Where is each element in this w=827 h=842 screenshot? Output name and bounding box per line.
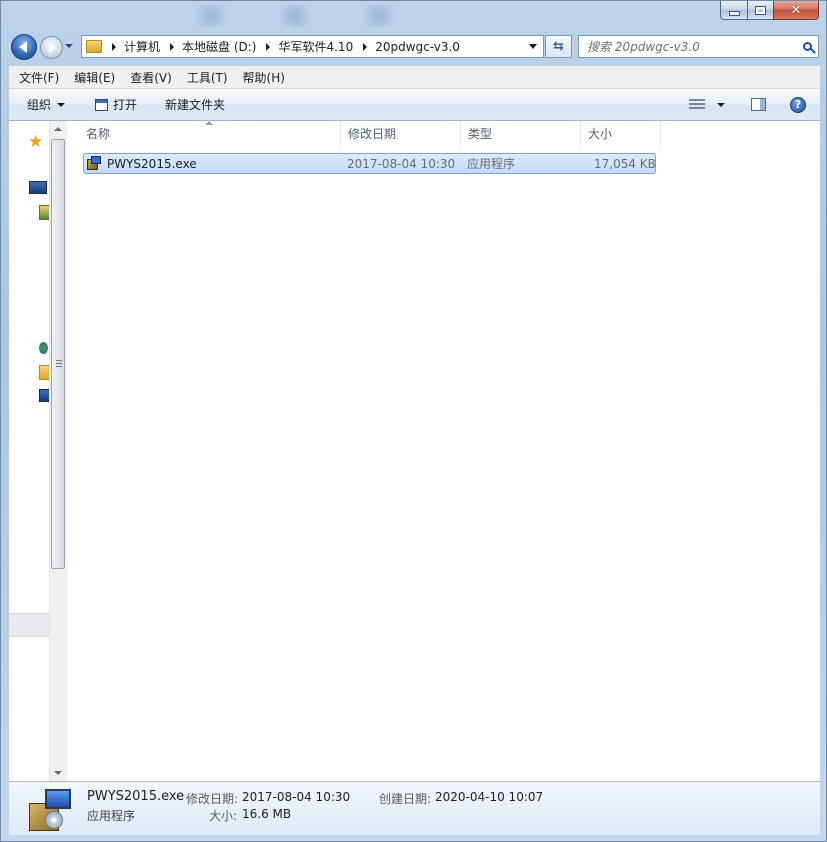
back-button[interactable]	[11, 34, 37, 60]
desktop-icon[interactable]	[29, 181, 47, 194]
homegroup-icon[interactable]	[39, 342, 48, 354]
new-folder-label: 新建文件夹	[165, 98, 226, 112]
search-box[interactable]	[578, 35, 819, 58]
minimize-button[interactable]	[720, 1, 747, 20]
forward-button[interactable]	[40, 36, 63, 59]
address-dropdown-icon[interactable]	[529, 44, 537, 49]
close-icon: ✕	[790, 2, 802, 18]
close-button[interactable]: ✕	[773, 1, 819, 20]
minimize-icon	[728, 10, 740, 16]
navigation-scrollbar[interactable]	[49, 121, 67, 781]
file-row[interactable]: PWYS2015.exe 2017-08-04 10:30 应用程序 17,05…	[83, 153, 656, 174]
favorites-star-icon[interactable]: ★	[28, 132, 43, 152]
forward-arrow-icon	[49, 42, 56, 53]
view-list-icon	[689, 98, 705, 111]
scroll-up-icon[interactable]	[54, 127, 62, 131]
breadcrumb-current-folder[interactable]: 20pdwgc-v3.0	[353, 36, 460, 57]
caption-buttons: ✕	[720, 1, 819, 20]
explorer-window: ✕ 计算机 本地磁盘 (D:) 华军软件4.10 20pdwgc-v3.0 ⇆ …	[0, 0, 827, 842]
menu-tools[interactable]: 工具(T)	[182, 69, 233, 86]
menu-help[interactable]: 帮助(H)	[238, 69, 290, 86]
desktop-ghost-icon	[189, 5, 233, 27]
chevron-right-icon[interactable]	[170, 42, 175, 51]
breadcrumb-computer[interactable]: 计算机	[102, 36, 160, 57]
column-header-type[interactable]: 类型	[461, 121, 581, 146]
refresh-button[interactable]: ⇆	[545, 35, 572, 58]
desktop-ghost-icon	[357, 5, 401, 27]
chevron-right-icon[interactable]	[266, 42, 271, 51]
folder-icon	[86, 40, 102, 53]
menu-view[interactable]: 查看(V)	[125, 69, 177, 86]
column-header-name[interactable]: 名称	[79, 121, 341, 146]
breadcrumb-huajun[interactable]: 华军软件4.10	[256, 36, 353, 57]
command-bar: 组织 打开 新建文件夹 ?	[9, 89, 820, 121]
details-pane: PWYS2015.exe 应用程序 修改日期: 2017-08-04 10:30…	[9, 781, 820, 835]
details-modified-value: 2017-08-04 10:30	[242, 790, 351, 804]
details-created-label: 创建日期:	[379, 792, 432, 806]
recent-pages-dropdown[interactable]	[65, 44, 73, 48]
file-type-cell: 应用程序	[467, 157, 516, 171]
organize-label: 组织	[27, 98, 52, 112]
back-arrow-icon	[19, 41, 27, 53]
scrollbar-thumb[interactable]	[51, 139, 65, 569]
navigation-pane: ★	[9, 121, 50, 781]
details-kind: 应用程序	[87, 809, 136, 823]
organize-button[interactable]: 组织	[21, 96, 71, 113]
menu-bar: 文件(F) 编辑(E) 查看(V) 工具(T) 帮助(H)	[9, 66, 820, 89]
application-large-icon	[27, 787, 77, 833]
scroll-down-icon[interactable]	[54, 771, 62, 775]
details-modified-label: 修改日期:	[186, 792, 239, 806]
file-modified-cell: 2017-08-04 10:30	[347, 156, 456, 171]
open-button[interactable]: 打开	[89, 96, 143, 113]
maximize-button[interactable]	[747, 1, 773, 20]
change-view-button[interactable]	[683, 98, 731, 111]
details-size-value: 16.6 MB	[242, 807, 292, 821]
breadcrumb-local-disk[interactable]: 本地磁盘 (D:)	[160, 36, 256, 57]
menu-edit[interactable]: 编辑(E)	[69, 69, 120, 86]
file-name-cell: PWYS2015.exe	[87, 154, 197, 173]
open-label: 打开	[113, 98, 138, 112]
file-size-cell: 17,054 KB	[594, 156, 656, 171]
chevron-down-icon	[57, 102, 66, 107]
desktop-ghost-icon	[273, 5, 317, 27]
file-list: 名称 修改日期 类型 大小 PWYS2015.exe 2017-08-04 10…	[67, 121, 820, 781]
details-size-label: 大小:	[209, 809, 238, 823]
maximize-icon	[755, 5, 766, 15]
search-icon[interactable]	[803, 42, 812, 51]
address-bar[interactable]: 计算机 本地磁盘 (D:) 华军软件4.10 20pdwgc-v3.0	[81, 35, 544, 58]
menu-file[interactable]: 文件(F)	[14, 69, 64, 86]
chevron-right-icon[interactable]	[363, 42, 368, 51]
column-header-modified[interactable]: 修改日期	[341, 121, 461, 146]
preview-pane-icon	[751, 98, 766, 111]
application-icon	[87, 156, 102, 171]
grip-icon	[56, 360, 62, 367]
chevron-down-icon	[717, 102, 725, 107]
chevron-right-icon[interactable]	[112, 42, 116, 51]
search-input[interactable]	[585, 38, 789, 55]
preview-pane-button[interactable]	[745, 98, 772, 111]
help-icon: ?	[790, 96, 806, 113]
refresh-icon: ⇆	[553, 39, 564, 54]
details-filename: PWYS2015.exe	[87, 789, 185, 804]
open-icon	[95, 98, 109, 111]
new-folder-button[interactable]: 新建文件夹	[159, 96, 231, 113]
column-header-size[interactable]: 大小	[581, 121, 661, 146]
navigation-pane-band	[9, 613, 49, 637]
help-button[interactable]: ?	[784, 96, 812, 113]
details-created-value: 2020-04-10 10:07	[435, 790, 544, 804]
